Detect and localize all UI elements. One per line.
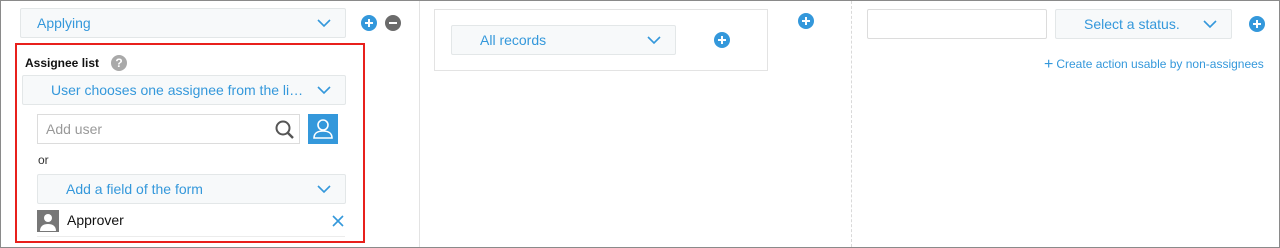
chevron-down-icon [317,86,331,95]
add-condition-button[interactable] [714,32,730,48]
create-action-link-label: Create action usable by non-assignees [1056,57,1264,71]
assignee-chip: Approver [37,207,345,237]
user-search-button[interactable] [270,114,300,144]
assignee-chip-label: Approver [67,212,124,228]
chevron-down-icon [317,19,331,28]
status-dropdown-label: Applying [37,15,91,31]
assignee-mode-dropdown[interactable]: User chooses one assignee from the list … [22,75,346,105]
condition-panel: All records [434,9,768,71]
action-name-input[interactable] [867,9,1047,39]
chevron-down-icon [317,185,331,194]
plus-circle-icon [802,17,810,25]
next-status-dropdown[interactable]: Select a status. [1055,9,1232,39]
assignee-list-label: Assignee list [25,56,100,70]
add-condition-row-button[interactable] [798,13,814,29]
add-field-dropdown[interactable]: Add a field of the form [37,174,346,204]
close-icon[interactable] [331,214,345,228]
search-icon [275,120,294,139]
create-action-link[interactable]: + Create action usable by non-assignees [1044,56,1264,74]
column-divider [851,1,852,247]
chevron-down-icon [1203,20,1217,29]
condition-dropdown-label: All records [480,32,547,48]
condition-dropdown[interactable]: All records [451,25,676,55]
or-separator: or [38,153,49,167]
status-dropdown[interactable]: Applying [20,8,346,38]
user-picker-button[interactable] [308,114,338,144]
plus-circle-icon [718,36,726,44]
assignee-list-section: Assignee list ? User chooses one assigne… [15,43,365,243]
process-management-row: Applying Assignee list ? User chooses on… [0,0,1280,248]
assignee-mode-label: User chooses one assignee from the list … [51,82,320,98]
plus-icon: + [1044,56,1054,73]
user-icon [313,119,333,139]
chevron-down-icon [647,36,661,45]
plus-circle-icon [1253,20,1261,28]
add-user-input[interactable] [37,114,271,144]
plus-circle-icon [365,19,373,27]
add-status-button[interactable] [361,15,377,31]
help-icon[interactable]: ? [111,55,127,71]
remove-status-button[interactable] [385,15,401,31]
column-divider [419,1,420,247]
add-field-label: Add a field of the form [66,181,203,197]
user-avatar-icon [37,210,59,232]
add-action-button[interactable] [1249,16,1265,32]
minus-circle-icon [389,22,397,24]
